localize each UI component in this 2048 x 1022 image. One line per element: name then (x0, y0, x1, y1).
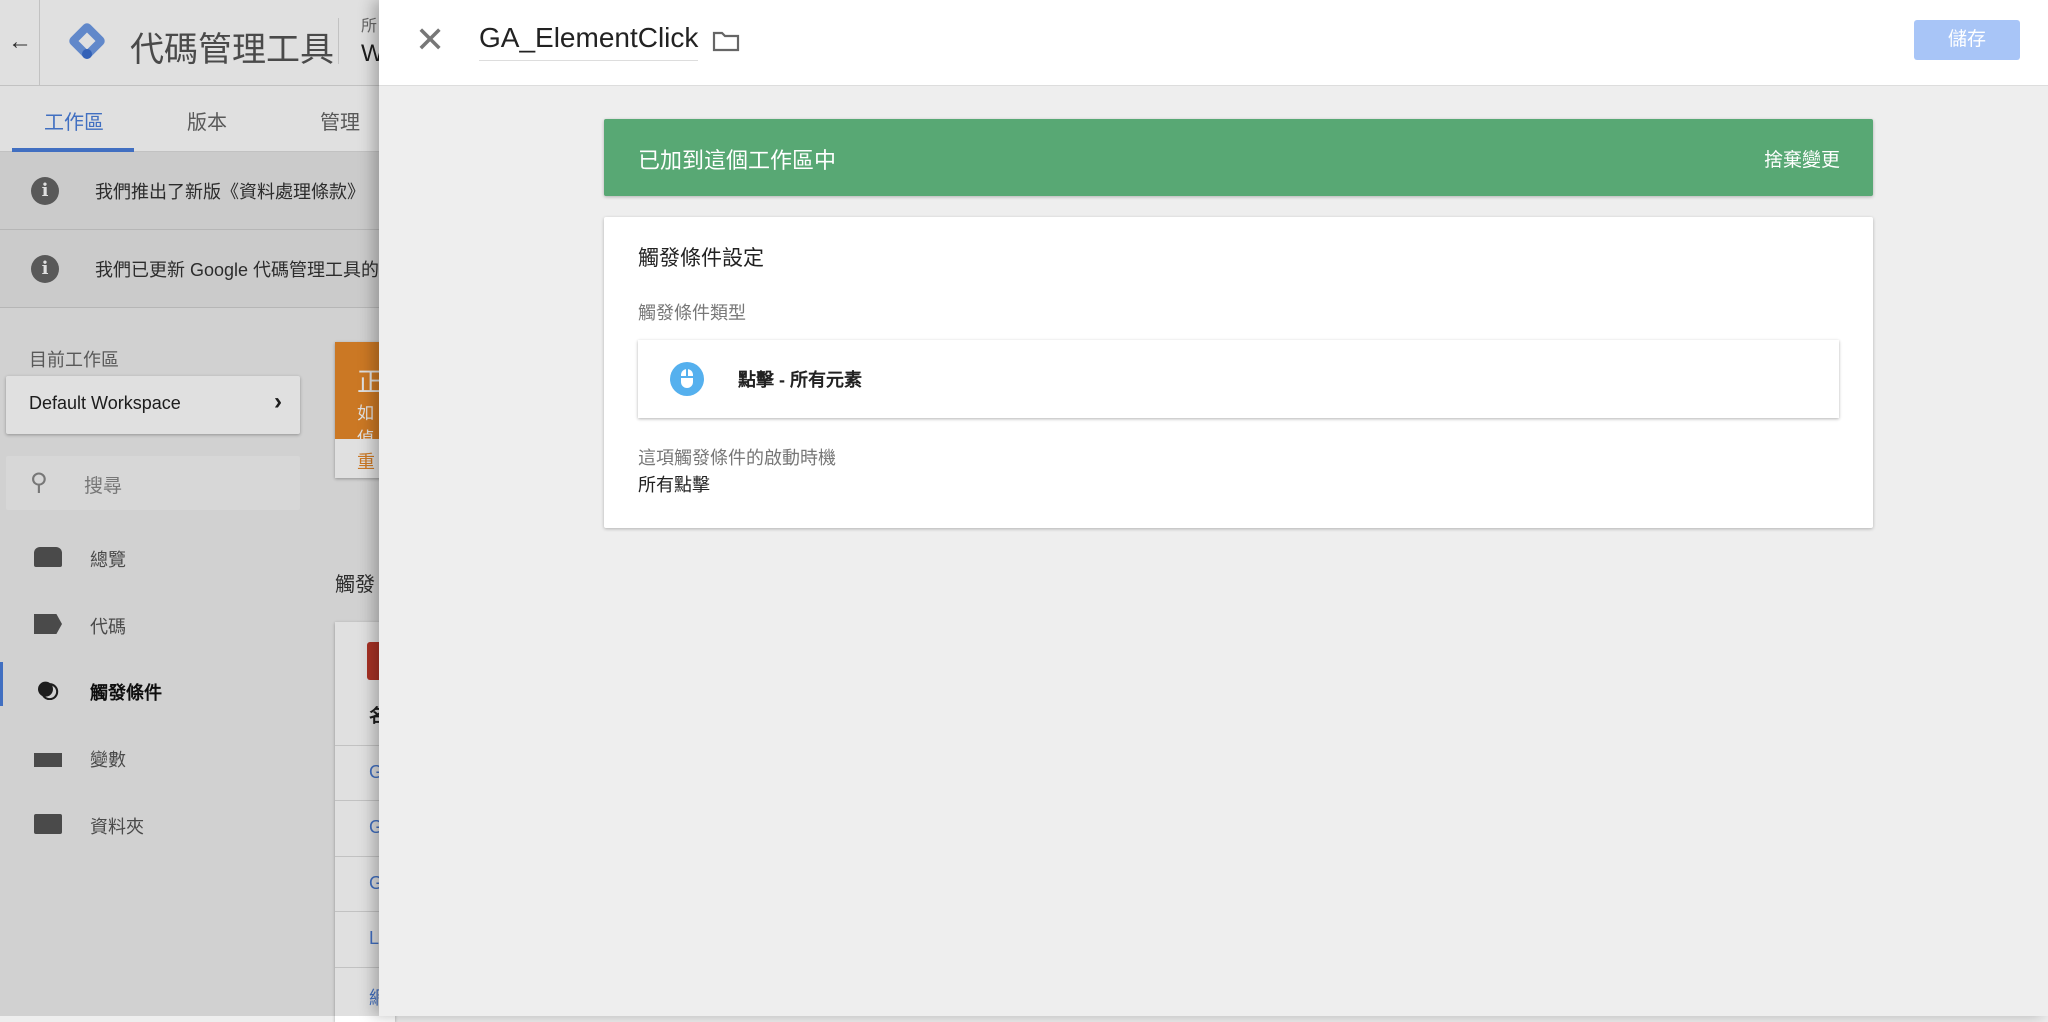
modal-scrim[interactable] (0, 0, 380, 1016)
banner-text: 已加到這個工作區中 (638, 148, 837, 173)
discard-changes-button[interactable]: 捨棄變更 (1764, 145, 1840, 172)
trigger-type-label: 觸發條件類型 (638, 303, 746, 323)
card-title: 觸發條件設定 (638, 247, 764, 270)
fire-on-value: 所有點擊 (638, 475, 710, 495)
trigger-type-value: 點擊 - 所有元素 (738, 370, 862, 390)
trigger-name-input[interactable]: GA_ElementClick (479, 22, 699, 61)
workspace-status-banner: 已加到這個工作區中 捨棄變更 (604, 119, 1873, 196)
panel-header: ✕ GA_ElementClick 儲存 (379, 0, 2048, 86)
save-button[interactable]: 儲存 (1914, 20, 2020, 60)
folder-icon[interactable] (712, 30, 740, 52)
trigger-config-card[interactable]: 觸發條件設定 觸發條件類型 點擊 - 所有元素 這項觸發條件的啟動時機 所有點擊 (604, 217, 1873, 528)
close-icon[interactable]: ✕ (415, 20, 445, 60)
trigger-type-selector[interactable]: 點擊 - 所有元素 (638, 340, 1839, 418)
fire-on-label: 這項觸發條件的啟動時機 (638, 448, 836, 468)
trigger-editor-panel: ✕ GA_ElementClick 儲存 已加到這個工作區中 捨棄變更 觸發條件… (379, 0, 2048, 1016)
mouse-click-icon (670, 362, 704, 396)
